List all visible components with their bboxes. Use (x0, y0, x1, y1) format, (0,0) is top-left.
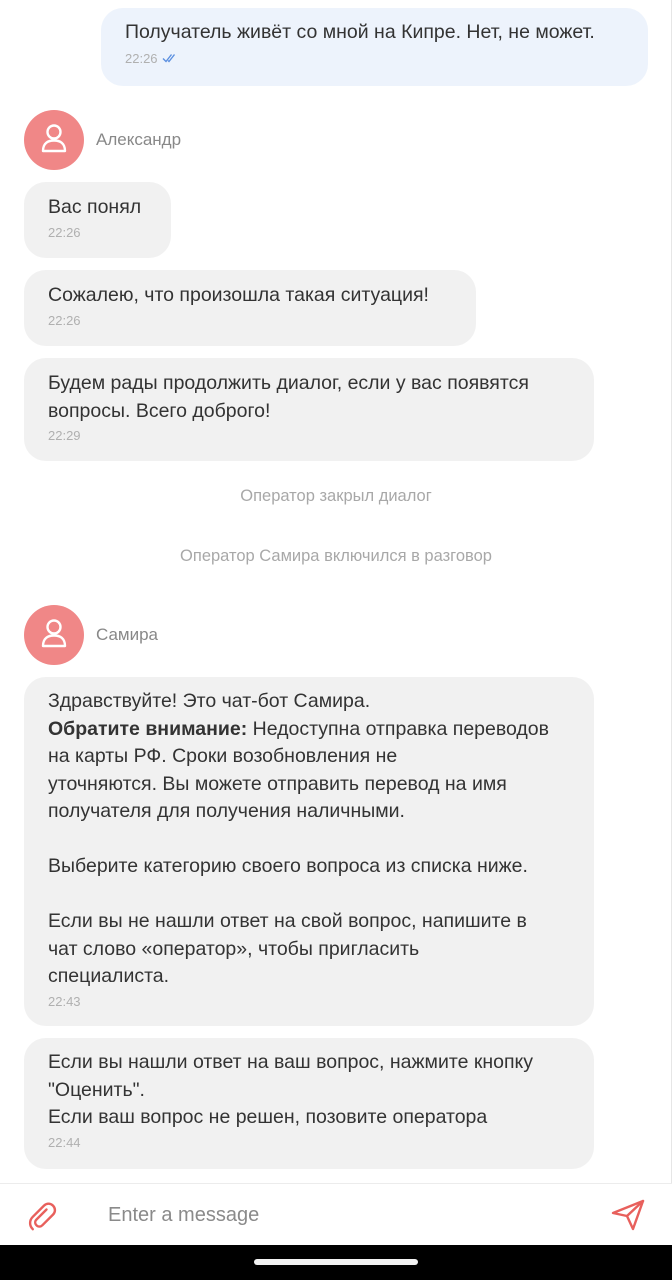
system-nav-bar (0, 1245, 672, 1280)
message-text: Сожалею, что произошла такая ситуация! (48, 284, 429, 306)
message-body: Недоступна отправка переводов на карты Р… (48, 717, 549, 988)
message-time: 22:26 (48, 312, 81, 328)
message-text: Будем рады продолжить диалог, если у вас… (48, 372, 529, 422)
message-composer (0, 1183, 672, 1246)
outgoing-message: Получатель живёт со мной на Кипре. Нет, … (101, 8, 648, 86)
sender-name: Александр (96, 130, 182, 149)
notice-label: Обратите внимание: (48, 717, 248, 740)
message-input[interactable] (108, 1184, 588, 1246)
user-icon (40, 123, 68, 158)
message-time: 22:43 (48, 993, 81, 1009)
message-time: 22:26 (48, 224, 81, 240)
message-time: 22:44 (48, 1134, 81, 1150)
user-icon (40, 618, 68, 653)
incoming-message: Если вы нашли ответ на ваш вопрос, нажми… (24, 1038, 594, 1169)
avatar (24, 605, 84, 665)
message-list[interactable]: Получатель живёт со мной на Кипре. Нет, … (0, 0, 672, 1183)
incoming-message: Сожалею, что произошла такая ситуация! 2… (24, 270, 476, 346)
system-message: Оператор Самира включился в разговор (180, 547, 492, 565)
system-message: Оператор закрыл диалог (240, 487, 432, 505)
double-check-icon (162, 51, 178, 66)
incoming-message: Вас понял 22:26 (24, 182, 171, 258)
send-icon[interactable] (610, 1198, 646, 1232)
avatar (24, 110, 84, 170)
message-text: Здравствуйте! Это чат-бот Самира. Обратит… (48, 688, 570, 991)
message-text: Если вы нашли ответ на ваш вопрос, нажми… (48, 1051, 534, 1128)
message-greeting: Здравствуйте! Это чат-бот Самира. (48, 690, 371, 712)
incoming-message: Здравствуйте! Это чат-бот Самира. Обратит… (24, 677, 594, 1026)
paperclip-icon[interactable] (26, 1200, 58, 1232)
chat-screen: Получатель живёт со мной на Кипре. Нет, … (0, 0, 672, 1280)
message-text: Получатель живёт со мной на Кипре. Нет, … (125, 21, 595, 43)
home-indicator[interactable] (254, 1259, 418, 1265)
message-text: Вас понял (48, 196, 142, 218)
message-time: 22:29 (48, 428, 81, 443)
message-time: 22:26 (125, 50, 158, 66)
sender-name: Самира (96, 625, 159, 644)
incoming-message: Будем рады продолжить диалог, если у вас… (24, 358, 594, 461)
